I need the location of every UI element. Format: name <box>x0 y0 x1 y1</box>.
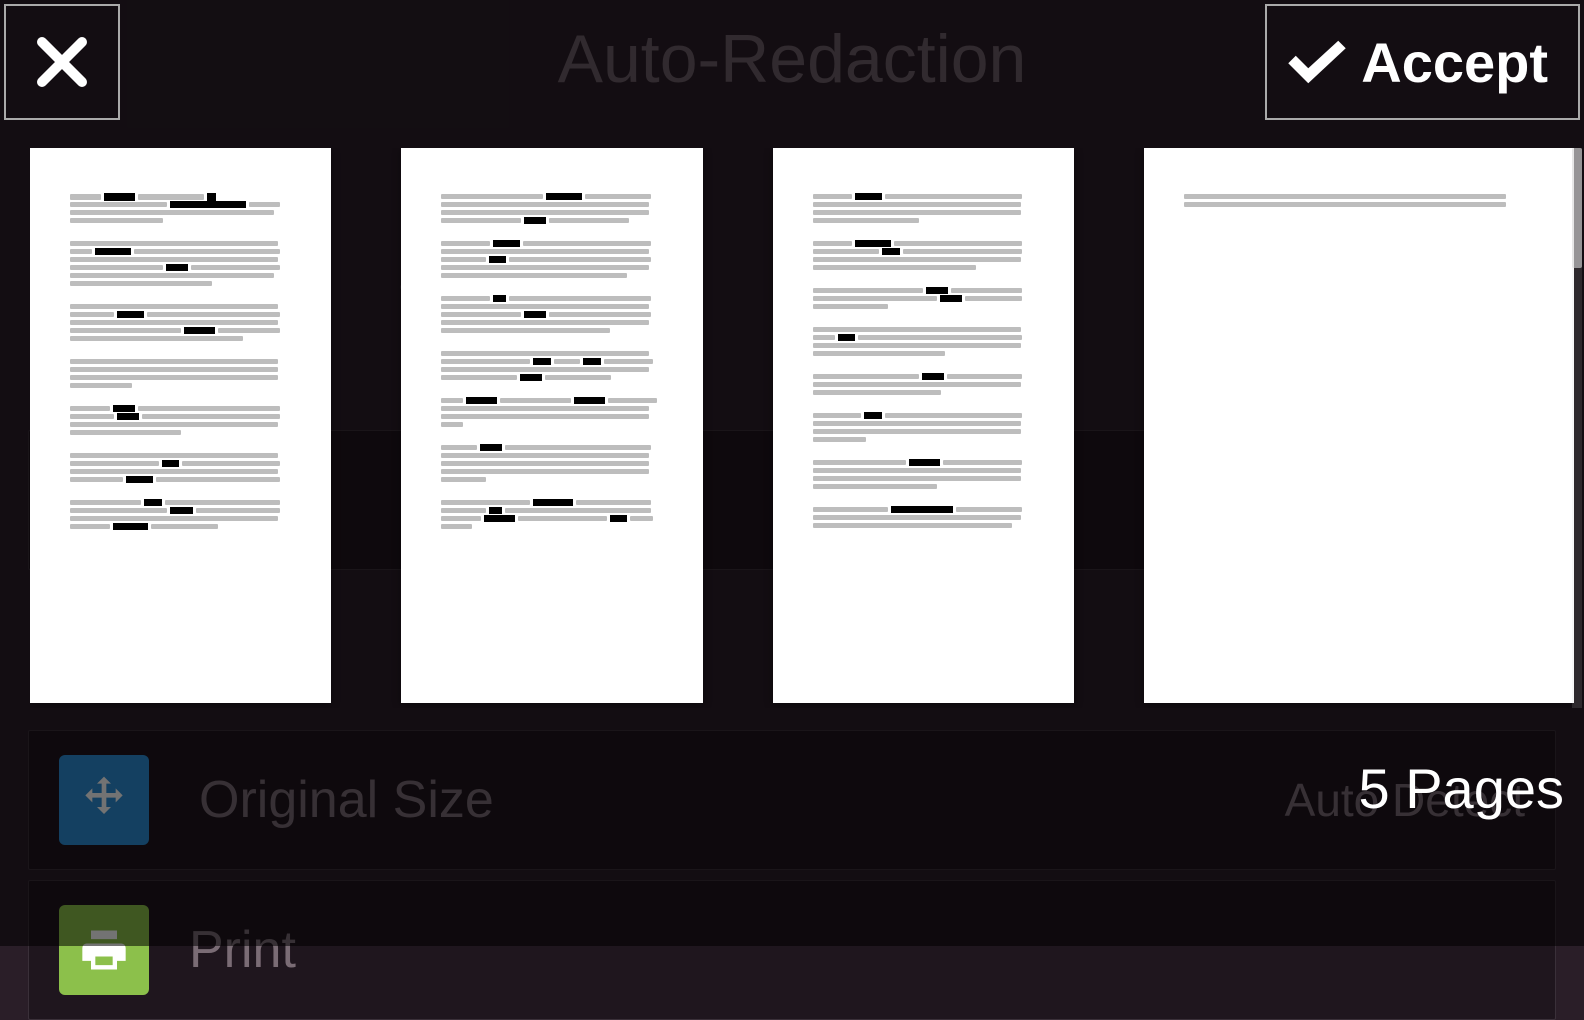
close-icon <box>32 32 92 92</box>
accept-label: Accept <box>1361 30 1548 95</box>
page-thumbnail[interactable] <box>773 148 1074 703</box>
pages-viewport[interactable] <box>30 148 1574 708</box>
page-thumbnail[interactable] <box>30 148 331 703</box>
pages-row <box>30 148 1574 708</box>
scrollbar-track[interactable] <box>1572 148 1582 708</box>
check-icon <box>1287 38 1347 86</box>
page-thumbnail[interactable] <box>1144 148 1574 703</box>
page-thumbnail[interactable] <box>401 148 702 703</box>
page-count-label: 5 Pages <box>1359 756 1565 821</box>
accept-button[interactable]: Accept <box>1265 4 1580 120</box>
scrollbar-thumb[interactable] <box>1572 148 1582 268</box>
close-button[interactable] <box>4 4 120 120</box>
